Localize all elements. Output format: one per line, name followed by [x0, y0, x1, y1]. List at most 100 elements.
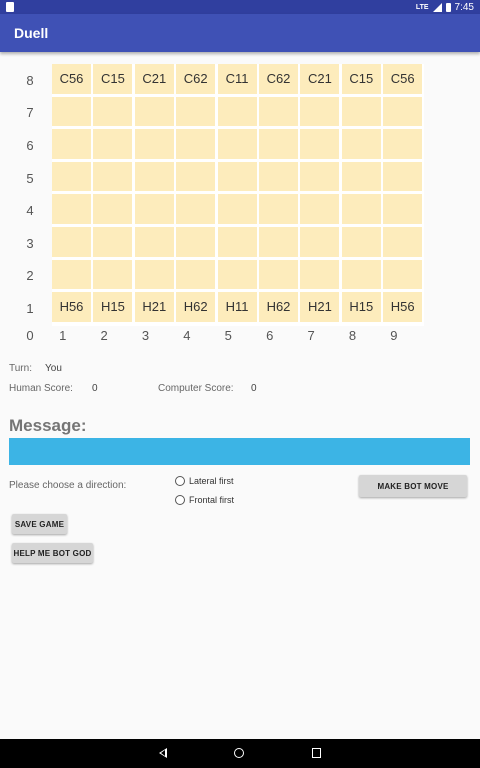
column-label: 5 [224, 328, 232, 343]
board-cell[interactable]: H15 [93, 292, 133, 322]
board-cell[interactable] [176, 259, 216, 290]
column-label: 6 [266, 328, 274, 343]
board-cell[interactable] [259, 161, 298, 192]
board-cell[interactable] [217, 259, 257, 290]
board-cell[interactable]: C21 [300, 64, 340, 94]
board-cell[interactable] [52, 129, 91, 159]
column-label: 0 [26, 328, 34, 343]
board-cell[interactable] [93, 227, 133, 257]
board-cell[interactable] [300, 129, 340, 159]
board-cell[interactable] [341, 194, 381, 224]
board-cell[interactable] [93, 129, 133, 159]
board-cell[interactable] [93, 259, 133, 290]
board-cell[interactable] [176, 129, 216, 159]
radio-circle-icon[interactable] [175, 476, 185, 486]
board-cell[interactable] [259, 129, 298, 159]
board-cell[interactable] [93, 96, 133, 127]
board-cell[interactable] [259, 227, 298, 257]
row-label: 3 [26, 235, 34, 251]
app-title: Duell [14, 25, 49, 41]
board-cell[interactable] [93, 194, 133, 224]
board-cell[interactable] [134, 161, 174, 192]
board-cell[interactable] [300, 194, 340, 224]
board-cell[interactable] [93, 161, 133, 192]
row-label: 2 [26, 268, 34, 284]
board-cell[interactable] [52, 161, 91, 192]
board-cell[interactable] [259, 194, 298, 224]
make-bot-move-button[interactable]: MAKE BOT MOVE [359, 475, 467, 497]
board-cell[interactable]: C15 [341, 64, 381, 94]
board-cell[interactable] [383, 227, 423, 257]
board-cell[interactable] [259, 96, 298, 127]
board-cell[interactable]: H21 [134, 292, 174, 322]
recent-apps-icon[interactable] [312, 748, 321, 758]
board-cell[interactable] [341, 129, 381, 159]
board-cell[interactable] [134, 129, 174, 159]
status-icons: LTE 7:45 [416, 0, 474, 14]
board-cell[interactable] [341, 161, 381, 192]
board-cell[interactable]: C15 [93, 64, 133, 94]
radio-frontal-first[interactable]: Frontal first [175, 495, 234, 505]
board-cell[interactable] [134, 194, 174, 224]
board-cell[interactable] [383, 129, 423, 159]
board-cell[interactable] [52, 227, 91, 257]
sim-notification-icon [6, 2, 14, 12]
board-cell[interactable] [134, 227, 174, 257]
column-labels: 0 1 2 3 4 5 6 7 8 9 [20, 328, 440, 348]
board-cell[interactable]: C11 [217, 64, 257, 94]
board-cell[interactable]: C56 [383, 64, 423, 94]
board-cell[interactable] [217, 129, 257, 159]
board-cell[interactable] [383, 259, 423, 290]
board-cell[interactable] [341, 96, 381, 127]
board-cell[interactable] [52, 194, 91, 224]
board-cell[interactable] [176, 96, 216, 127]
back-icon-inner [161, 750, 165, 756]
radio-lateral-first[interactable]: Lateral first [175, 476, 234, 486]
board-cell[interactable] [300, 96, 340, 127]
board-cell[interactable] [383, 96, 423, 127]
board-cell[interactable] [341, 227, 381, 257]
signal-icon [432, 2, 442, 12]
app-bar: Duell [0, 14, 480, 52]
board-cell[interactable] [52, 259, 91, 290]
board-cell[interactable] [341, 259, 381, 290]
board-cell[interactable] [176, 194, 216, 224]
column-label: 9 [390, 328, 398, 343]
board-cell[interactable]: H56 [52, 292, 91, 322]
board-cell[interactable] [176, 227, 216, 257]
radio-circle-icon[interactable] [175, 495, 185, 505]
row-label: 1 [26, 300, 34, 316]
board-cell[interactable] [300, 259, 340, 290]
board-cell[interactable] [176, 161, 216, 192]
board-cell[interactable]: H15 [341, 292, 381, 322]
board-cell[interactable] [300, 161, 340, 192]
board-cell[interactable] [134, 96, 174, 127]
message-box [9, 438, 470, 465]
board-cell[interactable] [259, 259, 298, 290]
help-me-bot-god-button[interactable]: HELP ME BOT GOD [12, 543, 93, 563]
board-cell[interactable] [217, 96, 257, 127]
board-cell[interactable] [300, 227, 340, 257]
save-game-button[interactable]: SAVE GAME [12, 514, 67, 534]
board-cell[interactable]: H56 [383, 292, 423, 322]
board-cell[interactable]: C56 [52, 64, 91, 94]
home-icon[interactable] [234, 748, 244, 758]
board-cell[interactable] [217, 227, 257, 257]
board-cell[interactable]: C62 [259, 64, 298, 94]
board-cell[interactable] [134, 259, 174, 290]
board-cell[interactable] [217, 194, 257, 224]
board-cell[interactable]: C21 [134, 64, 174, 94]
board-cell[interactable] [383, 194, 423, 224]
board-cell[interactable] [52, 96, 91, 127]
network-type: LTE [415, 3, 429, 11]
board-cell[interactable]: H62 [259, 292, 298, 322]
board-cell[interactable]: C62 [176, 64, 216, 94]
status-bar: LTE 7:45 [0, 0, 480, 14]
board-cell[interactable] [217, 161, 257, 192]
board-cell[interactable]: H62 [176, 292, 216, 322]
column-label: 4 [183, 328, 191, 343]
board-cell[interactable]: H11 [217, 292, 257, 322]
board-cell[interactable] [383, 161, 423, 192]
row-label: 6 [26, 137, 34, 153]
board-cell[interactable]: H21 [300, 292, 340, 322]
